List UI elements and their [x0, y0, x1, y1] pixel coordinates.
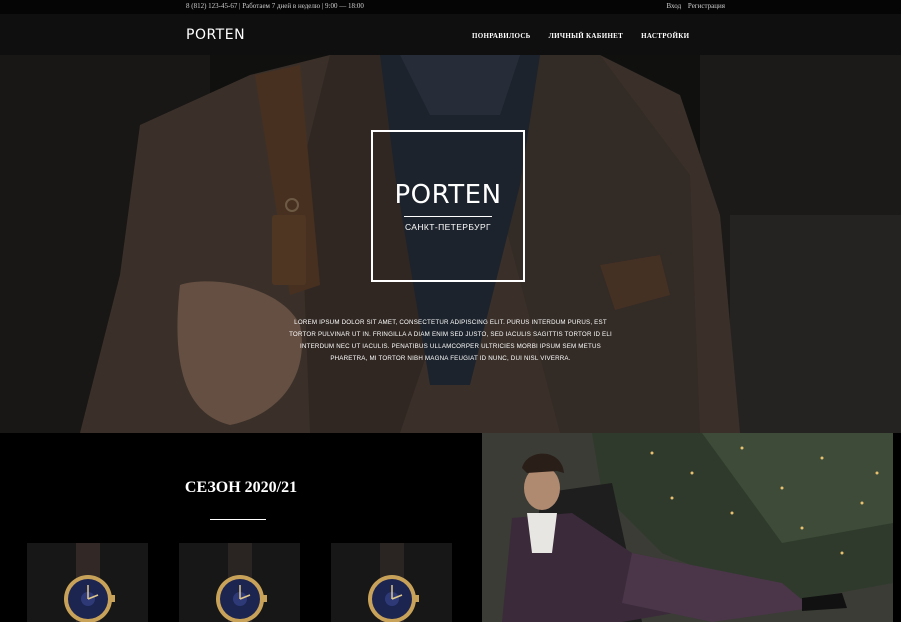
- login-link[interactable]: Вход: [666, 2, 681, 10]
- hero-title: PORTEN: [394, 180, 502, 210]
- season-section: СЕЗОН 2020/21: [0, 433, 482, 622]
- nav-item-favorites[interactable]: ПОНРАВИЛОСЬ: [472, 32, 531, 40]
- site-logo[interactable]: PORTEN: [186, 27, 245, 43]
- top-info-bar: 8 (812) 123-45-67 | Работаем 7 дней в не…: [0, 0, 901, 14]
- hero-divider: [404, 216, 492, 217]
- register-link[interactable]: Регистрация: [688, 2, 725, 10]
- main-nav: PORTEN ПОНРАВИЛОСЬ ЛИЧНЫЙ КАБИНЕТ НАСТРО…: [0, 14, 901, 55]
- hero-city: САНКТ-ПЕТЕРБУРГ: [404, 222, 492, 232]
- product-card[interactable]: [27, 543, 148, 622]
- nav-item-account[interactable]: ЛИЧНЫЙ КАБИНЕТ: [549, 32, 624, 40]
- page-edge: [893, 433, 901, 622]
- watch-icon: [368, 543, 419, 622]
- watch-icon: [64, 543, 115, 622]
- season-title: СЕЗОН 2020/21: [184, 479, 298, 496]
- product-card[interactable]: [179, 543, 300, 622]
- nav-item-settings[interactable]: НАСТРОЙКИ: [641, 32, 689, 40]
- auth-links: Вход Регистрация: [661, 2, 725, 10]
- nav-menu: ПОНРАВИЛОСЬ ЛИЧНЫЙ КАБИНЕТ НАСТРОЙКИ: [472, 32, 689, 40]
- watch-icon: [216, 543, 267, 622]
- hero-banner: PORTEN САНКТ-ПЕТЕРБУРГ LOREM IPSUM DOLOR…: [0, 55, 901, 433]
- season-divider: [210, 519, 266, 520]
- lifestyle-photo: [482, 433, 893, 622]
- product-card[interactable]: [331, 543, 452, 622]
- contact-info: 8 (812) 123-45-67 | Работаем 7 дней в не…: [186, 2, 364, 10]
- man-in-suit-image: [482, 433, 893, 622]
- hero-description: LOREM IPSUM DOLOR SIT AMET, CONSECTETUR …: [289, 319, 612, 362]
- hero-frame: PORTEN САНКТ-ПЕТЕРБУРГ: [371, 130, 525, 282]
